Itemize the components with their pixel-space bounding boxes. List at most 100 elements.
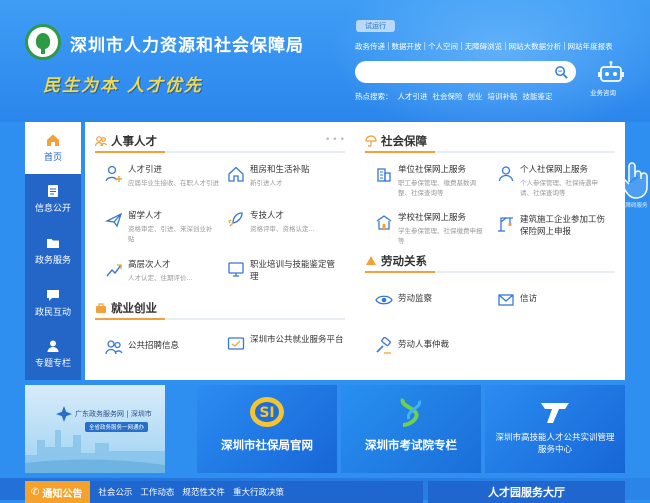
- robot-icon[interactable]: [597, 60, 625, 86]
- labor-icon: [366, 256, 376, 265]
- eye-icon: [375, 295, 393, 305]
- service-title: 个人社保网上服务: [520, 165, 589, 175]
- section-title-text: 劳动关系: [381, 254, 427, 268]
- mail-icon: [498, 294, 514, 306]
- banner-name: 广东政务服务网: [75, 410, 124, 418]
- talent-icon: [95, 136, 107, 147]
- nav-label: 政务服务: [34, 255, 71, 266]
- search-input[interactable]: [355, 61, 546, 83]
- service-item[interactable]: 单位社保网上服务 职工参保管理、缴费基数调整、社保查询等: [375, 164, 495, 198]
- service-title: 劳动人事仲裁: [398, 340, 450, 350]
- section-title-talent[interactable]: 人事人才: [95, 133, 157, 149]
- banner-social-security[interactable]: SI 深圳市社保局官网: [197, 385, 337, 473]
- service-item[interactable]: 劳动监察: [375, 290, 495, 309]
- top-link[interactable]: 网站大数据分析: [509, 41, 562, 52]
- service-item[interactable]: 学校社保网上服务 学生参保管理、社保缴费申报等: [375, 212, 495, 246]
- top-link[interactable]: 政务传递: [355, 41, 385, 52]
- service-desc: 新引进人才: [250, 179, 283, 187]
- service-title: 租房和生活补贴: [250, 165, 310, 175]
- robot-label[interactable]: 业务咨询: [590, 87, 616, 97]
- service-item[interactable]: 信访: [497, 290, 615, 309]
- plane-icon: [105, 212, 123, 228]
- banner-skill-center[interactable]: 深圳市高技能人才公共实训管理服务中心: [485, 385, 625, 473]
- service-desc: 应届毕业生接收、在职人才引进: [128, 179, 219, 187]
- service-item[interactable]: 租房和生活补贴 新引进人才: [227, 164, 342, 188]
- platform-icon: [227, 337, 245, 350]
- banner-note: 全省政务服务一网通办: [85, 422, 149, 432]
- nav-item-service[interactable]: 政务服务: [25, 225, 81, 277]
- search-button[interactable]: [546, 61, 576, 83]
- service-item[interactable]: 人才引进 应届毕业生接收、在职人才引进: [105, 164, 225, 188]
- rocket-icon: [228, 212, 243, 227]
- service-item[interactable]: 高层次人才人才认定、住期评价...: [105, 259, 225, 283]
- house-icon: [228, 166, 244, 182]
- hot-search: 热点搜索： 人才引进 社会保险 创业 培训补贴 技能鉴定: [355, 91, 558, 102]
- banner-title: 深圳市考试院专栏: [365, 438, 457, 452]
- person-plus-icon: [105, 165, 122, 182]
- umbrella-icon: [365, 135, 377, 147]
- section-title-business[interactable]: 就业创业: [95, 300, 157, 316]
- nav-item-special[interactable]: 专题专栏: [25, 328, 81, 380]
- banner-title: 深圳市社保局官网: [221, 438, 313, 452]
- service-item[interactable]: 建筑施工企业参加工伤保险网上申报: [497, 214, 617, 238]
- service-item[interactable]: 深圳市公共就业服务平台: [227, 334, 345, 353]
- section-title-text: 人事人才: [111, 134, 157, 148]
- chat-icon: [47, 289, 59, 301]
- service-panel: 人事人才 ••• 人才引进 应届毕业生接收、在职人才引进 租房和生活补贴 新引进人才…: [85, 122, 625, 380]
- notice-tab[interactable]: 规范性文件: [182, 486, 225, 498]
- school-icon: [376, 215, 392, 230]
- gd-gov-logo-icon: [56, 406, 72, 422]
- svg-text:SI: SI: [259, 405, 274, 421]
- section-title-text: 社会保障: [381, 134, 427, 148]
- folder-icon: [47, 238, 59, 248]
- section-divider: [95, 318, 345, 320]
- service-desc: 人才认定、住期评价...: [128, 274, 193, 282]
- top-link[interactable]: 个人空间: [428, 41, 458, 52]
- hot-term[interactable]: 人才引进: [398, 91, 428, 102]
- briefcase-icon: [96, 303, 106, 313]
- bureau-logo[interactable]: [25, 24, 61, 60]
- hot-term[interactable]: 培训补贴: [488, 91, 518, 102]
- service-title: 劳动监察: [398, 294, 433, 304]
- more-icon[interactable]: •••: [325, 135, 347, 145]
- top-link[interactable]: 网站年度报表: [568, 41, 613, 52]
- nav-item-home[interactable]: 首页: [25, 122, 81, 174]
- top-link[interactable]: 数据开放: [392, 41, 422, 52]
- section-title-labor[interactable]: 劳动关系: [365, 253, 427, 269]
- service-item[interactable]: 留学人才 资格审定、引进、来深创业补贴: [105, 210, 225, 244]
- service-desc: 资格审定、引进、来深创业补贴: [128, 225, 213, 243]
- service-item[interactable]: 劳动人事仲裁: [375, 336, 495, 355]
- service-desc: 资格评审、资格认定...: [250, 225, 315, 233]
- service-title: 高层次人才: [128, 260, 171, 270]
- nav-item-interaction[interactable]: 政民互动: [25, 277, 81, 329]
- service-title: 专技人才: [250, 211, 285, 221]
- banner-sub: 深圳市: [130, 410, 152, 418]
- service-item[interactable]: 个人社保网上服务个人参保管理、社保待遇申请、社保查询等: [497, 164, 615, 198]
- service-item[interactable]: 专技人才资格评审、资格认定...: [227, 210, 342, 234]
- notice-tab[interactable]: 重大行政决策: [233, 486, 284, 498]
- exam-logo-icon: [400, 398, 422, 427]
- service-title: 单位社保网上服务: [398, 165, 467, 175]
- banner-exam[interactable]: 深圳市考试院专栏: [341, 385, 481, 473]
- hot-term[interactable]: 创业: [468, 91, 483, 102]
- hot-term[interactable]: 社会保险: [433, 91, 463, 102]
- section-title-social[interactable]: 社会保障: [365, 133, 427, 149]
- nav-label: 政民互动: [34, 307, 71, 318]
- user-icon: [47, 340, 59, 353]
- hot-term[interactable]: 技能鉴定: [523, 91, 553, 102]
- site-name[interactable]: 深圳市人力资源和社会保障局: [70, 31, 304, 56]
- crane-icon: [498, 217, 513, 232]
- nav-label: 信息公开: [34, 204, 71, 215]
- top-link[interactable]: 无障碍浏览: [465, 41, 503, 52]
- nav-item-info[interactable]: 信息公开: [25, 174, 81, 226]
- banner-gd-gov[interactable]: 广东政务服务网 | 深圳市 全省政务服务一网通办: [25, 385, 165, 473]
- service-item[interactable]: 职业培训与技能鉴定管理: [227, 259, 342, 283]
- training-icon: [228, 262, 244, 277]
- info-icon: [48, 185, 58, 198]
- service-desc: 个人参保管理、社保待遇申请、社保查询等: [520, 179, 598, 197]
- banner-title: 深圳市高技能人才公共实训管理服务中心: [495, 433, 615, 455]
- notice-tab[interactable]: 工作动态: [140, 486, 174, 498]
- service-item[interactable]: 公共招聘信息: [105, 337, 225, 356]
- section-divider: [95, 151, 345, 153]
- notice-tab[interactable]: 社会公示: [98, 486, 132, 498]
